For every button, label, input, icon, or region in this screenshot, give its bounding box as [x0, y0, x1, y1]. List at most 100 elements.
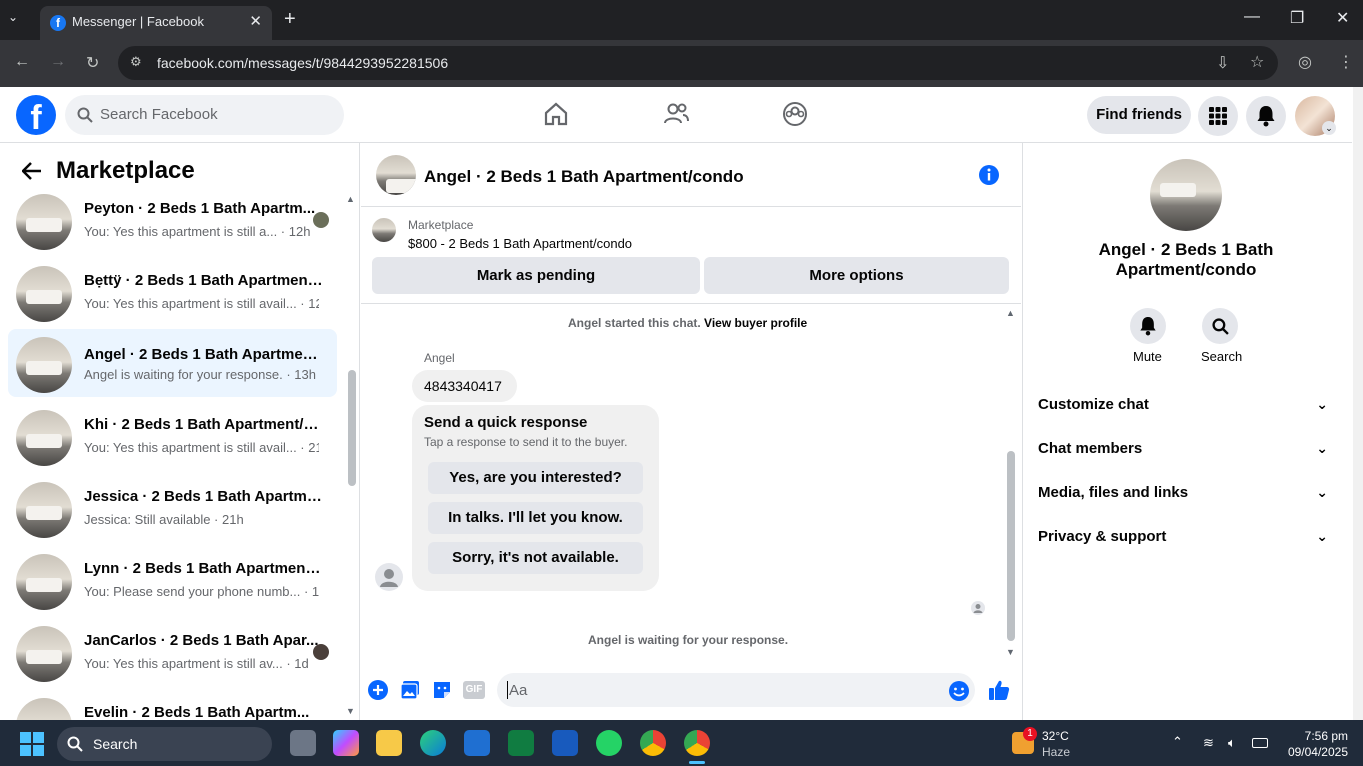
chevron-down-icon: ⌄ [1316, 440, 1328, 456]
window-close-icon[interactable]: ✕ [1336, 8, 1349, 28]
emoji-icon[interactable] [948, 680, 970, 702]
tab-close-icon[interactable]: ✕ [249, 12, 262, 30]
conversation-list-scrollbar[interactable] [348, 370, 356, 486]
plus-circle-icon[interactable] [367, 679, 389, 701]
whatsapp-icon[interactable] [596, 730, 622, 756]
browser-tab[interactable]: f Messenger | Facebook ✕ [40, 6, 272, 40]
more-options-button[interactable]: More options [704, 257, 1009, 294]
copilot-icon[interactable] [333, 730, 359, 756]
mark-as-pending-button[interactable]: Mark as pending [372, 257, 700, 294]
reload-icon[interactable]: ↻ [86, 53, 99, 73]
facebook-search-input[interactable]: Search Facebook [65, 95, 344, 135]
chrome-menu-icon[interactable]: ⋮ [1338, 52, 1354, 72]
microsoft-store-icon[interactable] [464, 730, 490, 756]
chrome-icon[interactable] [640, 730, 666, 756]
privacy-support-section[interactable]: Privacy & support ⌄ [1038, 528, 1338, 545]
listing-thumbnail [16, 554, 72, 610]
chat-listing-avatar[interactable] [376, 155, 416, 195]
conversation-item[interactable]: Evelin · 2 Beds 1 Bath Apartm... [8, 692, 337, 720]
mute-bell-icon [1140, 317, 1156, 336]
facebook-logo-icon[interactable]: f [16, 95, 56, 137]
find-friends-button[interactable]: Find friends [1087, 96, 1191, 134]
wifi-icon[interactable]: ≋ [1203, 735, 1214, 751]
account-chevron-icon[interactable]: ⌄ [1322, 121, 1336, 135]
file-explorer-icon[interactable] [376, 730, 402, 756]
chat-members-section[interactable]: Chat members ⌄ [1038, 440, 1338, 457]
marketplace-title: Marketplace [56, 157, 195, 184]
home-icon[interactable] [542, 100, 570, 128]
mute-button[interactable] [1130, 308, 1166, 344]
word-icon[interactable] [552, 730, 578, 756]
info-icon[interactable] [978, 164, 1000, 186]
conversation-item[interactable]: JanCarlos · 2 Beds 1 Bath Apar... You: Y… [8, 620, 337, 688]
message-input[interactable]: Aa [497, 673, 975, 707]
install-app-icon[interactable]: ⇩ [1216, 53, 1229, 73]
url-text[interactable]: facebook.com/messages/t/9844293952281506 [157, 55, 448, 71]
conversation-item[interactable]: Bẹttÿ · 2 Beds 1 Bath Apartment... You: … [8, 260, 337, 328]
gif-button[interactable]: GIF [463, 681, 485, 699]
message-bubble[interactable]: 4843340417 [412, 370, 517, 402]
conversation-item[interactable]: Khi · 2 Beds 1 Bath Apartment/c... You: … [8, 404, 337, 472]
quick-response-subtitle: Tap a response to send it to the buyer. [424, 435, 628, 449]
details-chat-name: Angel · 2 Beds 1 Bath Apartment/condo [1098, 240, 1274, 279]
details-listing-avatar[interactable] [1150, 159, 1222, 231]
task-view-icon[interactable] [290, 730, 316, 756]
tray-chevron-icon[interactable]: ⌃ [1172, 734, 1183, 750]
conversation-item[interactable]: Jessica · 2 Beds 1 Bath Apartmen... Jess… [8, 476, 337, 544]
windows-start-icon[interactable] [20, 732, 44, 756]
friends-icon[interactable] [662, 100, 690, 128]
listing-price-title[interactable]: $800 - 2 Beds 1 Bath Apartment/condo [408, 236, 632, 251]
view-buyer-profile-link[interactable]: View buyer profile [704, 316, 807, 330]
volume-icon[interactable]: 🔈︎ [1228, 735, 1236, 751]
seen-avatar-icon [971, 601, 985, 615]
back-icon[interactable]: ← [14, 53, 30, 71]
weather-temp[interactable]: 32°C [1042, 729, 1069, 743]
chat-scroll-down-icon[interactable]: ▼ [1006, 647, 1015, 657]
conversation-item[interactable]: Peyton · 2 Beds 1 Bath Apartm... You: Ye… [8, 188, 337, 256]
restore-icon[interactable]: ❐ [1290, 8, 1304, 28]
chrome-profile-icon[interactable] [684, 730, 710, 756]
minimize-icon[interactable]: — [1244, 8, 1260, 26]
scroll-up-arrow-icon[interactable]: ▲ [346, 194, 355, 204]
tab-search-icon[interactable]: ⌄ [8, 10, 18, 24]
edge-icon[interactable] [420, 730, 446, 756]
chat-started-text: Angel started this chat. [568, 316, 701, 330]
page-scrollbar[interactable] [1353, 87, 1363, 720]
chevron-down-icon: ⌄ [1316, 484, 1328, 500]
search-placeholder: Search Facebook [100, 106, 218, 123]
clock-date[interactable]: 09/04/2025 [1280, 745, 1348, 759]
notifications-button[interactable] [1246, 96, 1286, 136]
bookmark-star-icon[interactable]: ☆ [1250, 52, 1264, 72]
like-thumb-icon[interactable] [987, 678, 1011, 702]
groups-icon[interactable] [781, 100, 809, 128]
scroll-down-arrow-icon[interactable]: ▼ [346, 706, 355, 716]
profile-icon[interactable]: ◎ [1298, 52, 1312, 72]
chat-scrollbar[interactable] [1007, 451, 1015, 641]
conversation-item[interactable]: Lynn · 2 Beds 1 Bath Apartment/... You: … [8, 548, 337, 616]
conversation-name: Angel · 2 Beds 1 Bath Apartment... [84, 346, 324, 363]
media-files-links-section[interactable]: Media, files and links ⌄ [1038, 484, 1338, 501]
chat-scroll-up-icon[interactable]: ▲ [1006, 308, 1015, 318]
conversation-item-selected[interactable]: Angel · 2 Beds 1 Bath Apartment... Angel… [8, 329, 337, 397]
facebook-favicon-icon: f [50, 15, 66, 31]
quick-response-option[interactable]: In talks. I'll let you know. [428, 502, 643, 534]
taskbar-search-box[interactable]: Search [57, 727, 272, 761]
sticker-icon[interactable] [431, 679, 453, 701]
conversation-name: Evelin · 2 Beds 1 Bath Apartm... [84, 704, 310, 720]
site-info-icon[interactable]: ⚙ [130, 54, 142, 70]
chevron-down-icon: ⌄ [1316, 396, 1328, 412]
tab-title: Messenger | Facebook [72, 14, 204, 29]
forward-icon[interactable]: → [50, 53, 66, 71]
excel-icon[interactable] [508, 730, 534, 756]
quick-response-option[interactable]: Yes, are you interested? [428, 462, 643, 494]
clock-time[interactable]: 7:56 pm [1290, 729, 1348, 743]
menu-grid-button[interactable] [1198, 96, 1238, 136]
search-in-chat-button[interactable] [1202, 308, 1238, 344]
photo-icon[interactable] [399, 679, 421, 701]
battery-icon[interactable] [1252, 738, 1268, 748]
chat-title[interactable]: Angel · 2 Beds 1 Bath Apartment/condo [424, 167, 744, 187]
customize-chat-section[interactable]: Customize chat ⌄ [1038, 396, 1338, 413]
new-tab-icon[interactable]: + [284, 8, 296, 31]
quick-response-option[interactable]: Sorry, it's not available. [428, 542, 643, 574]
back-arrow-icon[interactable] [22, 162, 42, 180]
